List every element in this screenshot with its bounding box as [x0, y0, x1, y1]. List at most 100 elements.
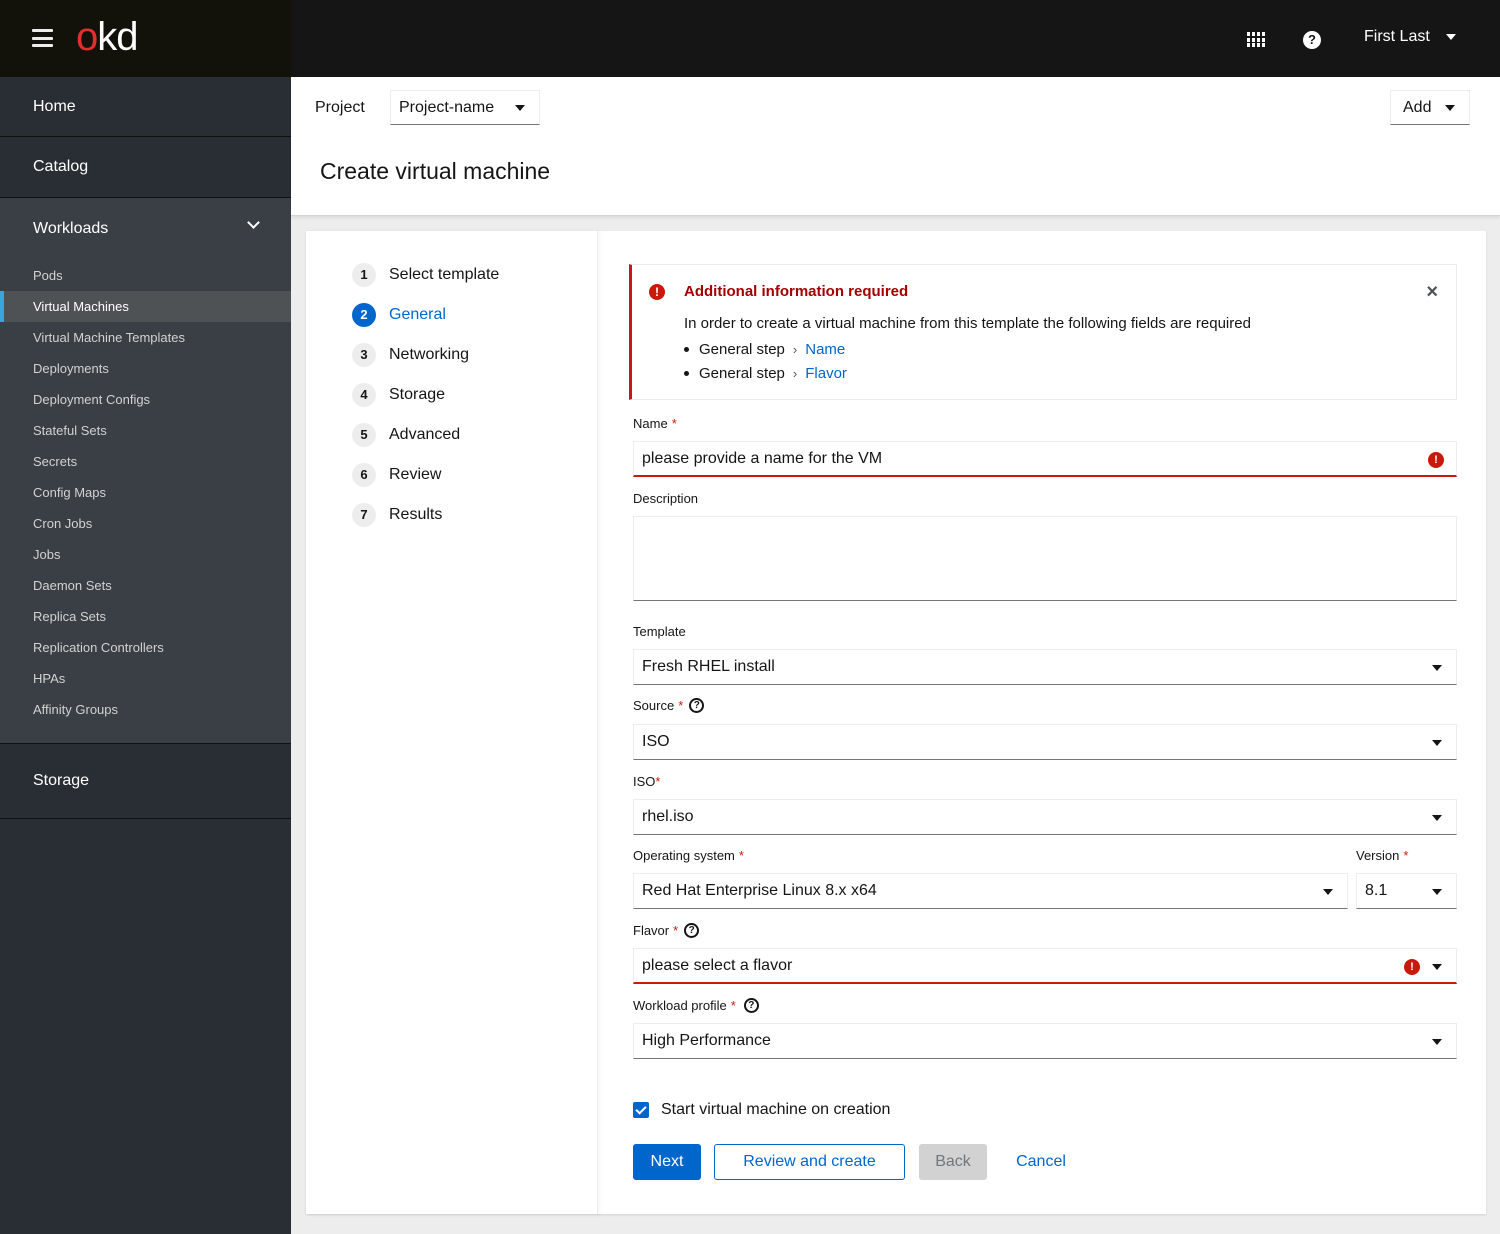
step-label: Networking: [389, 346, 470, 363]
step-label: General: [389, 306, 446, 323]
chevron-down-icon: [247, 216, 260, 229]
alert-title: Additional information required: [684, 283, 909, 300]
review-and-create-button[interactable]: Review and create: [714, 1144, 905, 1180]
wizard-step-select-template[interactable]: 1 Select template: [352, 263, 499, 287]
user-name: First Last: [1364, 28, 1430, 45]
sidebar-item-cron-jobs[interactable]: Cron Jobs: [0, 508, 291, 539]
label-text: Description: [633, 491, 699, 506]
required-mark: *: [1403, 848, 1409, 863]
next-button[interactable]: Next: [633, 1144, 701, 1180]
label-text: Workload profile: [633, 998, 727, 1013]
version-label: Version *: [1356, 848, 1408, 863]
workload-profile-select[interactable]: High Performance: [633, 1023, 1457, 1059]
label-text: Source: [633, 698, 675, 713]
sidebar-item-catalog[interactable]: Catalog: [0, 137, 291, 197]
wizard: 1 Select template 2 General 3 Networking…: [306, 231, 1486, 1214]
template-select[interactable]: Fresh RHEL install: [633, 649, 1457, 685]
os-label: Operating system *: [633, 848, 744, 863]
iso-select[interactable]: rhel.iso: [633, 799, 1457, 835]
step-label: Select template: [389, 266, 500, 283]
step-number: 4: [352, 383, 376, 407]
wizard-step-general[interactable]: 2 General: [352, 303, 446, 327]
label-text: Template: [633, 624, 686, 639]
sidebar-item-deployment-configs[interactable]: Deployment Configs: [0, 384, 291, 415]
sidebar-item-storage[interactable]: Storage: [0, 744, 291, 818]
help-icon[interactable]: ?: [689, 698, 705, 713]
start-on-creation-checkbox[interactable]: [633, 1102, 649, 1118]
version-select[interactable]: 8.1: [1356, 873, 1457, 909]
list-item: General step › Flavor: [684, 362, 847, 386]
project-select[interactable]: Project-name: [390, 90, 540, 125]
step-number: 3: [352, 343, 376, 367]
brand-area: okd: [0, 0, 291, 77]
step-label: Results: [389, 506, 443, 523]
wizard-step-storage[interactable]: 4 Storage: [352, 383, 445, 407]
exclamation-circle-icon: !: [1428, 452, 1444, 468]
sidebar-item-replica-sets[interactable]: Replica Sets: [0, 601, 291, 632]
source-label: Source * ?: [633, 698, 705, 713]
caret-down-icon: [1432, 740, 1442, 746]
add-dropdown[interactable]: Add: [1390, 90, 1470, 125]
description-textarea[interactable]: [633, 516, 1457, 601]
user-menu[interactable]: First Last: [1364, 28, 1456, 46]
okd-logo[interactable]: okd: [76, 15, 139, 59]
sidebar-item-hpas[interactable]: HPAs: [0, 663, 291, 694]
sidebar-item-home[interactable]: Home: [0, 77, 291, 136]
version-select-value: 8.1: [1365, 882, 1388, 899]
required-mark: *: [673, 923, 679, 938]
question-circle-icon[interactable]: ?: [1303, 31, 1321, 49]
sidebar-item-replication-controllers[interactable]: Replication Controllers: [0, 632, 291, 663]
sidebar-item-virtual-machine-templates[interactable]: Virtual Machine Templates: [0, 322, 291, 353]
alert-link-flavor[interactable]: Flavor: [805, 365, 847, 382]
alert-link-name[interactable]: Name: [805, 341, 845, 358]
sidebar-item-jobs[interactable]: Jobs: [0, 539, 291, 570]
cancel-button[interactable]: Cancel: [1006, 1144, 1076, 1180]
caret-down-icon: [1432, 964, 1442, 970]
step-number: 6: [352, 463, 376, 487]
hamburger-icon[interactable]: [32, 29, 53, 47]
nav-section-workloads: Workloads Pods Virtual Machines Virtual …: [0, 198, 291, 744]
sidebar-item-config-maps[interactable]: Config Maps: [0, 477, 291, 508]
exclamation-circle-icon: !: [1404, 959, 1420, 975]
wizard-step-results[interactable]: 7 Results: [352, 503, 442, 527]
name-label: Name *: [633, 416, 677, 431]
template-select-value: Fresh RHEL install: [642, 658, 775, 675]
required-mark: *: [671, 416, 677, 431]
sidebar-item-workloads[interactable]: Workloads: [0, 198, 291, 260]
help-icon[interactable]: ?: [743, 998, 759, 1013]
caret-down-icon: [1445, 105, 1455, 111]
angle-right-icon: ›: [792, 342, 798, 358]
caret-down-icon: [1432, 665, 1442, 671]
wizard-step-networking[interactable]: 3 Networking: [352, 343, 469, 367]
start-on-creation-checkbox-row[interactable]: Start virtual machine on creation: [633, 1101, 890, 1119]
sidebar-item-pods[interactable]: Pods: [0, 260, 291, 291]
sidebar-item-deployments[interactable]: Deployments: [0, 353, 291, 384]
sidebar-item-stateful-sets[interactable]: Stateful Sets: [0, 415, 291, 446]
help-icon[interactable]: ?: [684, 923, 700, 938]
grid-icon[interactable]: [1247, 32, 1265, 47]
name-input[interactable]: please provide a name for the VM !: [633, 441, 1457, 477]
start-on-creation-label: Start virtual machine on creation: [661, 1101, 891, 1118]
source-select[interactable]: ISO: [633, 724, 1457, 760]
list-item: General step › Name: [684, 338, 847, 362]
wizard-step-review[interactable]: 6 Review: [352, 463, 441, 487]
step-number: 5: [352, 423, 376, 447]
close-icon[interactable]: ×: [1426, 282, 1438, 302]
sidebar-item-virtual-machines[interactable]: Virtual Machines: [0, 291, 291, 322]
caret-down-icon: [1323, 889, 1333, 895]
sidebar-item-secrets[interactable]: Secrets: [0, 446, 291, 477]
label-text: Name: [633, 416, 668, 431]
page-title: Create virtual machine: [320, 158, 551, 184]
workload-profile-label: Workload profile * ?: [633, 998, 759, 1013]
step-label: Storage: [389, 386, 446, 403]
label-text: Version: [1356, 848, 1400, 863]
os-select[interactable]: Red Hat Enterprise Linux 8.x x64: [633, 873, 1348, 909]
os-select-value: Red Hat Enterprise Linux 8.x x64: [642, 882, 877, 899]
flavor-select[interactable]: please select a flavor !: [633, 948, 1457, 984]
back-button[interactable]: Back: [919, 1144, 987, 1180]
caret-down-icon: [1432, 889, 1442, 895]
sidebar-item-affinity-groups[interactable]: Affinity Groups: [0, 694, 291, 725]
sidebar-item-daemon-sets[interactable]: Daemon Sets: [0, 570, 291, 601]
caret-down-icon: [1432, 815, 1442, 821]
wizard-step-advanced[interactable]: 5 Advanced: [352, 423, 460, 447]
